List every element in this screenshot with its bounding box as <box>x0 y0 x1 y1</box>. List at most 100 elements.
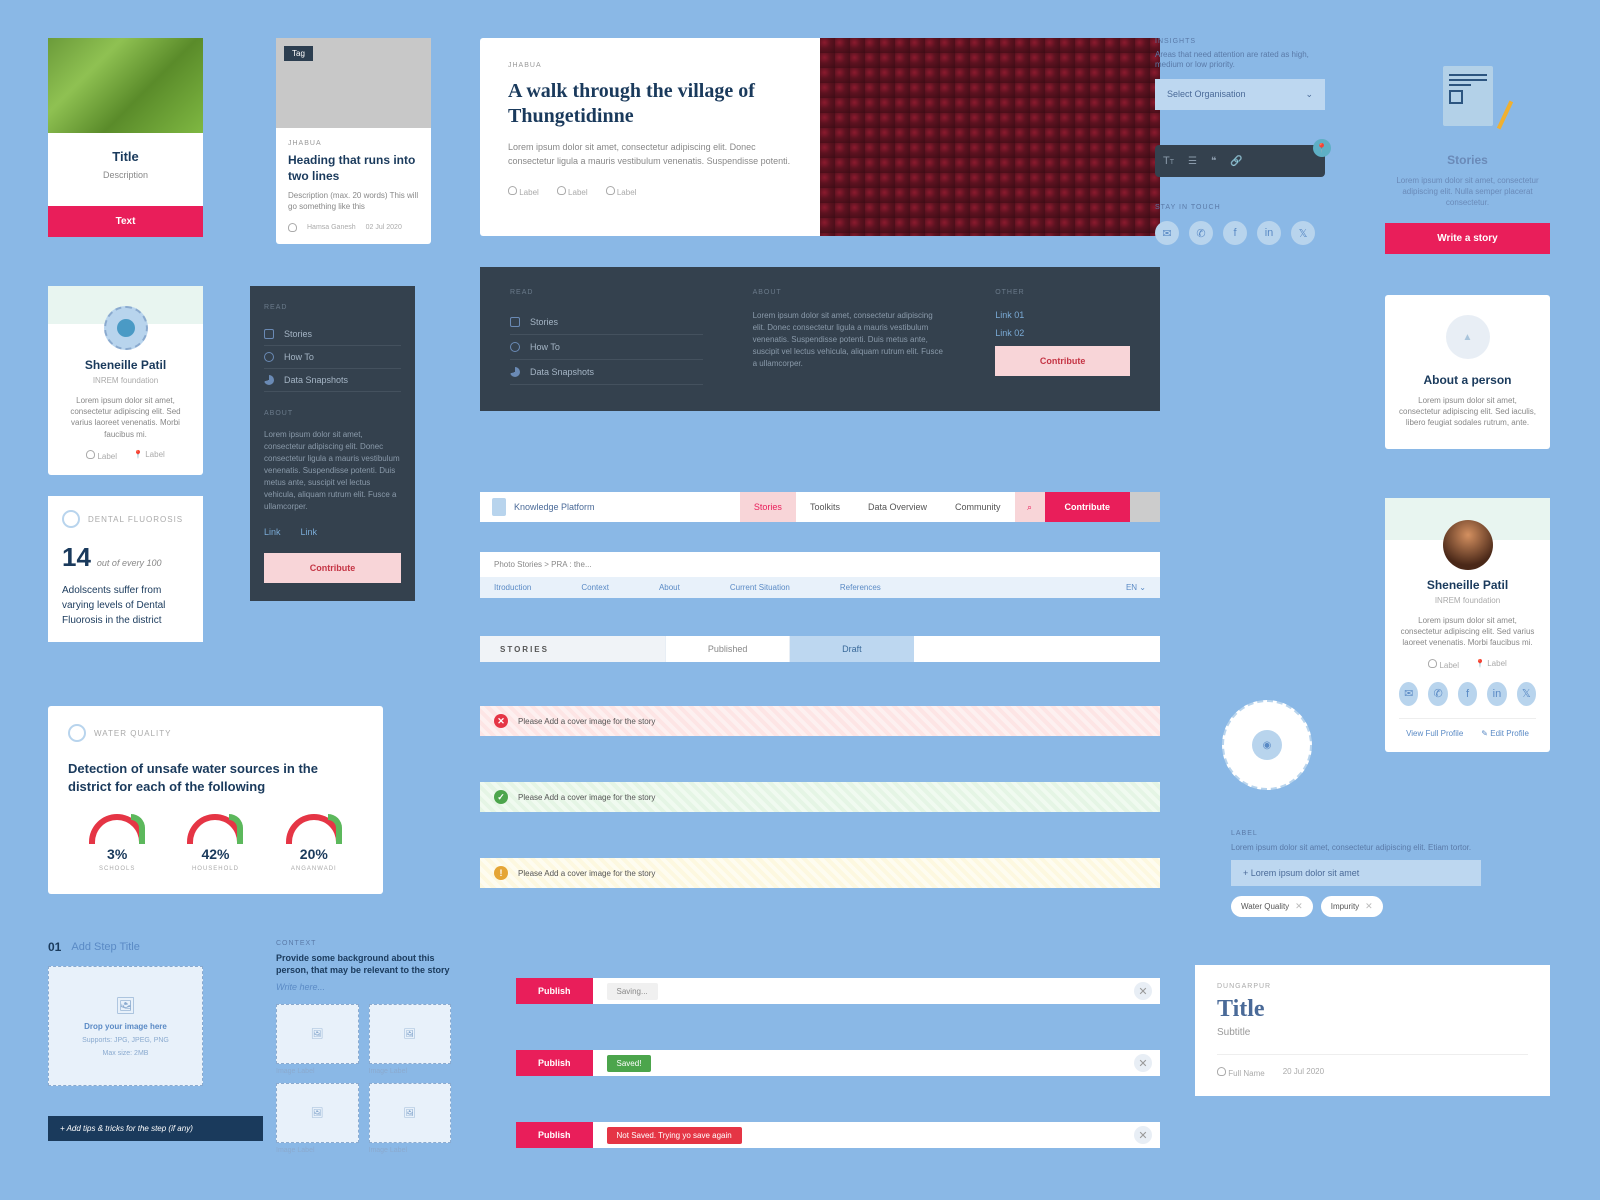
close-icon[interactable]: ✕ <box>1134 1126 1152 1144</box>
twitter-icon[interactable]: 𝕏 <box>1517 682 1536 706</box>
facebook-icon[interactable]: f <box>1223 221 1247 245</box>
tab-context[interactable]: Context <box>581 583 609 592</box>
link-icon[interactable]: 🔗 <box>1230 156 1242 167</box>
card-button[interactable]: Text <box>48 206 203 237</box>
textsize-icon[interactable]: TT <box>1163 155 1174 167</box>
stories-illustration <box>1385 38 1550 153</box>
sidebar-link[interactable]: Link <box>301 527 318 537</box>
view-profile-link[interactable]: View Full Profile <box>1406 729 1463 738</box>
contribute-button[interactable]: Contribute <box>1045 492 1131 522</box>
image-slot[interactable]: 🖼 <box>276 1083 359 1143</box>
tab-about[interactable]: About <box>659 583 680 592</box>
tab-draft[interactable]: Draft <box>789 636 913 662</box>
tab-intro[interactable]: Itroduction <box>494 583 531 592</box>
article-preview-card: Tag JHABUA Heading that runs into two li… <box>276 38 431 244</box>
step-title-input[interactable]: Add Step Title <box>71 941 140 953</box>
helper-text: Areas that need attention are rated as h… <box>1155 50 1325 71</box>
sidebar-link[interactable]: Link <box>264 527 281 537</box>
brand[interactable]: Knowledge Platform <box>480 492 740 522</box>
tips-input[interactable]: + Add tips & tricks for the step (if any… <box>48 1116 263 1141</box>
stat-card: DENTAL FLUOROSIS 14out of every 100 Adol… <box>48 496 203 642</box>
image-icon: 🖼 <box>115 996 135 1016</box>
image-slot[interactable]: 🖼 <box>369 1004 452 1064</box>
avatar-placeholder[interactable] <box>104 306 148 350</box>
about-text: Lorem ipsum dolor sit amet, consectetur … <box>264 429 401 513</box>
remove-icon[interactable]: ✕ <box>1295 901 1303 912</box>
image-slot[interactable]: 🖼 <box>276 1004 359 1064</box>
footer-item-data[interactable]: Data Snapshots <box>510 360 703 385</box>
phone-icon[interactable]: ✆ <box>1428 682 1447 706</box>
category-label: JHABUA <box>508 62 792 69</box>
tab-published[interactable]: Published <box>665 636 789 662</box>
linkedin-icon[interactable]: in <box>1487 682 1506 706</box>
biography: Lorem ipsum dolor sit amet, consectetur … <box>1399 615 1536 649</box>
phone-icon[interactable]: ✆ <box>1189 221 1213 245</box>
write-story-button[interactable]: Write a story <box>1385 223 1550 254</box>
image-slot[interactable]: 🖼 <box>369 1083 452 1143</box>
check-icon: ✓ <box>494 790 508 804</box>
linkedin-icon[interactable]: in <box>1257 221 1281 245</box>
subtitle-text: Subtitle <box>1217 1027 1528 1038</box>
publish-button[interactable]: Publish <box>516 978 593 1004</box>
avatar-upload[interactable]: ◉ <box>1222 700 1312 790</box>
publish-button[interactable]: Publish <box>516 1050 593 1076</box>
search-button[interactable]: ⌕ <box>1015 492 1045 522</box>
sidebar-item-data[interactable]: Data Snapshots <box>264 369 401 392</box>
title-card: DUNGARPUR Title Subtitle Full Name 20 Ju… <box>1195 965 1550 1096</box>
chip-water-quality[interactable]: Water Quality✕ <box>1231 896 1313 917</box>
person-profile-card: Sheneille Patil INREM foundation Lorem i… <box>1385 498 1550 752</box>
image-dropzone[interactable]: 🖼 Drop your image here Supports: JPG, JP… <box>48 966 203 1086</box>
tab-current[interactable]: Current Situation <box>730 583 790 592</box>
footer-item-howto[interactable]: How To <box>510 335 703 360</box>
nav-community[interactable]: Community <box>941 492 1015 522</box>
footer-link[interactable]: Link 01 <box>995 310 1130 320</box>
organisation-dropdown[interactable]: Select Organisation ⌄ <box>1155 79 1325 110</box>
remove-icon[interactable]: ✕ <box>1365 901 1373 912</box>
publish-bar-saving: Publish Saving... ✕ <box>516 978 1160 1004</box>
nav-data[interactable]: Data Overview <box>854 492 941 522</box>
twitter-icon[interactable]: 𝕏 <box>1291 221 1315 245</box>
sidebar-item-howto[interactable]: How To <box>264 346 401 369</box>
contribute-button[interactable]: Contribute <box>264 553 401 583</box>
close-icon[interactable]: ✕ <box>1134 982 1152 1000</box>
helper-text: Provide some background about this perso… <box>276 953 451 976</box>
marker-icon[interactable]: 📍 <box>1313 139 1331 157</box>
edit-profile-link[interactable]: ✎ Edit Profile <box>1481 729 1529 738</box>
author-name: Hamsa Ganesh <box>307 224 356 231</box>
droplet-icon <box>68 724 86 742</box>
status-saved: Saved! <box>607 1055 652 1072</box>
avatar-photo <box>1443 520 1493 570</box>
nav-stories[interactable]: Stories <box>740 492 796 522</box>
contribute-button[interactable]: Contribute <box>995 346 1130 376</box>
language-selector[interactable]: EN ⌄ <box>1126 583 1146 592</box>
breadcrumb-path: Photo Stories > PRA : the... <box>480 552 1160 577</box>
sidebar-item-stories[interactable]: Stories <box>264 323 401 346</box>
section-label: READ <box>510 289 703 296</box>
publish-button[interactable]: Publish <box>516 1122 593 1148</box>
avatar-square[interactable] <box>1130 492 1160 522</box>
person-name: Sheneille Patil <box>62 358 189 372</box>
logo-icon <box>492 498 506 516</box>
email-icon[interactable]: ✉ <box>1155 221 1179 245</box>
chip-impurity[interactable]: Impurity✕ <box>1321 896 1383 917</box>
image-icon: ▲ <box>1463 332 1473 343</box>
tag-input[interactable]: + Lorem ipsum dolor sit amet <box>1231 860 1481 886</box>
footer-item-stories[interactable]: Stories <box>510 310 703 335</box>
quote-icon[interactable]: ❝ <box>1211 156 1216 167</box>
about-person-card: ▲ About a person Lorem ipsum dolor sit a… <box>1385 295 1550 449</box>
email-icon[interactable]: ✉ <box>1399 682 1418 706</box>
nav-toolkits[interactable]: Toolkits <box>796 492 854 522</box>
facebook-icon[interactable]: f <box>1458 682 1477 706</box>
alert-error: ✕Please Add a cover image for the story <box>480 706 1160 736</box>
section-label: ABOUT <box>264 410 401 417</box>
main-nav: Knowledge Platform Stories Toolkits Data… <box>480 492 1160 522</box>
footer-link[interactable]: Link 02 <box>995 328 1130 338</box>
card-image <box>48 38 203 133</box>
user-icon <box>557 186 566 195</box>
close-icon[interactable]: ✕ <box>1134 1054 1152 1072</box>
card-title: Detection of unsafe water sources in the… <box>68 760 363 796</box>
list-icon[interactable]: ☰ <box>1188 156 1197 167</box>
card-title: About a person <box>1399 373 1536 387</box>
tab-references[interactable]: References <box>840 583 881 592</box>
text-input[interactable]: Write here... <box>276 982 451 992</box>
